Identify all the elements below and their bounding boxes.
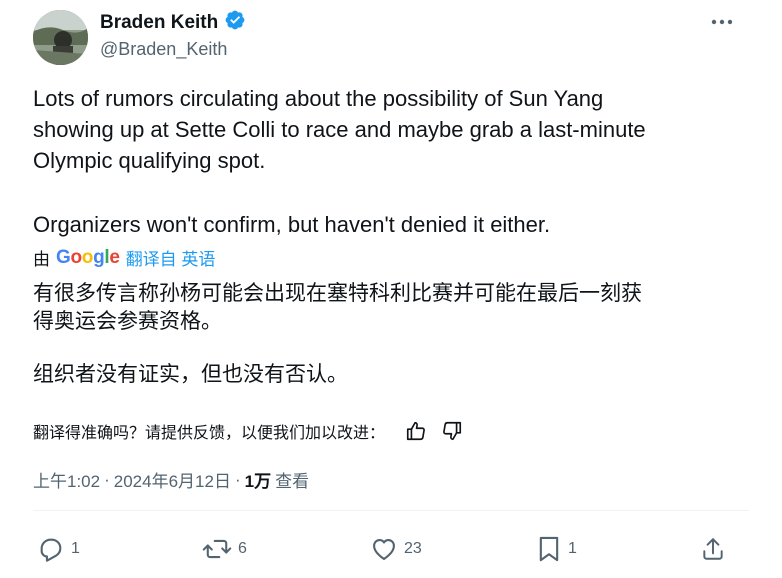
translated-text-line: 有很多传言称孙杨可能会出现在塞特科利比赛并可能在最后一刻获	[33, 282, 642, 305]
share-button[interactable]	[700, 535, 726, 563]
avatar[interactable]	[33, 10, 88, 65]
reply-button[interactable]: 1	[37, 535, 80, 563]
tweet-text-line: Organizers won't confirm, but haven't de…	[33, 212, 551, 237]
avatar-image	[33, 10, 88, 65]
translation-attribution: 由 Google 翻译自 英语	[33, 245, 215, 270]
author-handle[interactable]: @Braden_Keith	[100, 39, 227, 60]
translated-by-label: 由	[33, 250, 50, 269]
thumbs-down-icon[interactable]	[439, 418, 465, 444]
tweet-date[interactable]: 2024年6月12日	[114, 467, 231, 492]
tweet-meta: 上午1:02 · 2024年6月12日 · 1万 查看	[33, 467, 309, 492]
tweet-time[interactable]: 上午1:02	[33, 467, 100, 492]
tweet-text-line: Olympic qualifying spot.	[33, 148, 266, 173]
translation-feedback: 翻译得准确吗？请提供反馈，以便我们加以改进：	[33, 418, 465, 444]
bookmark-icon	[536, 535, 562, 563]
bookmark-button[interactable]: 1	[536, 535, 577, 563]
views-count: 1万	[244, 472, 272, 491]
retweet-icon	[202, 535, 232, 563]
like-button[interactable]: 23	[370, 535, 422, 563]
retweet-count: 6	[238, 540, 247, 557]
meta-separator: ·	[104, 469, 110, 489]
tweet-text-line: Lots of rumors circulating about the pos…	[33, 86, 604, 111]
divider	[33, 510, 749, 511]
verified-badge-icon	[224, 9, 246, 36]
bookmark-count: 1	[568, 540, 577, 557]
reply-icon	[37, 535, 65, 563]
translated-text-line: 组织者没有证实，但也没有否认。	[33, 363, 348, 386]
like-count: 23	[404, 540, 422, 557]
share-icon	[700, 535, 726, 563]
retweet-button[interactable]: 6	[202, 535, 247, 563]
more-options-icon[interactable]	[707, 11, 737, 33]
google-logo: Google	[56, 246, 120, 268]
tweet-text-line: showing up at Sette Colli to race and ma…	[33, 117, 646, 142]
author-name[interactable]: Braden Keith	[100, 12, 218, 34]
views-label: 查看	[275, 472, 310, 491]
heart-icon	[370, 535, 398, 563]
feedback-prompt: 翻译得准确吗？请提供反馈，以便我们加以改进：	[33, 425, 386, 442]
translated-from-link[interactable]: 翻译自 英语	[126, 245, 216, 270]
thumbs-up-icon[interactable]	[403, 418, 429, 444]
translated-text-line: 得奥运会参赛资格。	[33, 310, 222, 333]
meta-separator: ·	[234, 469, 241, 489]
reply-count: 1	[71, 540, 80, 557]
author-name-row[interactable]: Braden Keith	[100, 9, 246, 36]
